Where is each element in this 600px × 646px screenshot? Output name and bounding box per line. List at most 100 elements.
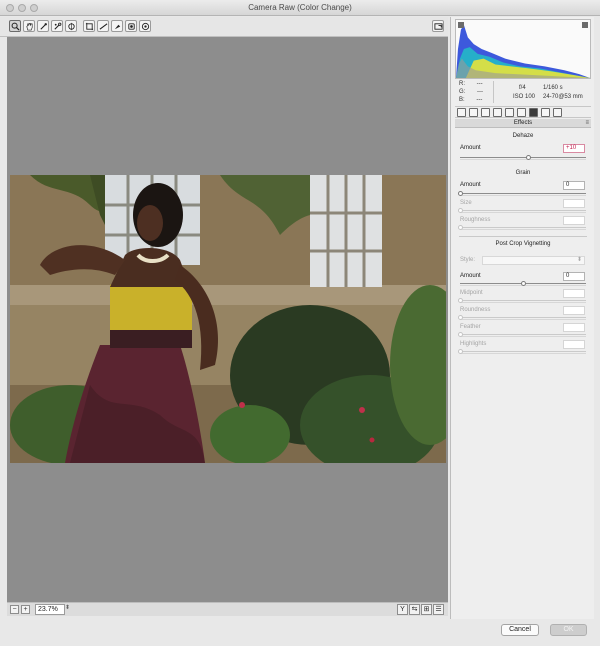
tools-toolbar xyxy=(0,17,448,37)
dehaze-amount-field[interactable]: +10 xyxy=(563,144,585,153)
dehaze-amount-slider[interactable] xyxy=(460,155,586,160)
swap-before-after-button[interactable]: ⇆ xyxy=(409,604,420,615)
vignette-feather-thumb xyxy=(458,332,463,337)
vignette-amount-label: Amount xyxy=(460,273,481,279)
window-title: Camera Raw (Color Change) xyxy=(248,3,352,12)
vignette-feather-label: Feather xyxy=(460,324,481,330)
basic-tab-icon[interactable] xyxy=(457,108,466,117)
adjustments-panel: R: --- G: --- B: --- f/4 1/160 s ISO 100… xyxy=(450,17,594,619)
adjustment-brush-tool-button[interactable] xyxy=(139,20,151,32)
hand-tool-button[interactable] xyxy=(23,20,35,32)
image-preview-area[interactable] xyxy=(7,37,448,602)
vignette-roundness-slider xyxy=(458,315,586,320)
spot-removal-tool-button[interactable] xyxy=(111,20,123,32)
straighten-icon xyxy=(99,22,107,30)
photo-preview[interactable] xyxy=(10,175,446,463)
camera-info: R: --- G: --- B: --- f/4 1/160 s ISO 100… xyxy=(455,81,591,105)
panel-tabs xyxy=(455,106,591,118)
effects-title: Effects xyxy=(513,120,533,126)
zoom-out-button[interactable]: − xyxy=(10,605,19,614)
dehaze-amount-label: Amount xyxy=(460,145,481,151)
color-sampler-tool-button[interactable] xyxy=(51,20,63,32)
vignette-midpoint-label: Midpoint xyxy=(460,290,483,296)
white-balance-icon xyxy=(39,22,47,30)
vignette-highlights-thumb xyxy=(458,349,463,354)
vignette-style-select: ⬍ xyxy=(482,256,585,265)
fullscreen-icon xyxy=(433,22,443,30)
hand-icon xyxy=(25,22,33,30)
preview-statusbar: − + 23.7% ⬍ Y ⇆ ⊞ ☰ xyxy=(7,602,448,616)
targeted-adjustment-tool-button[interactable] xyxy=(65,20,77,32)
dehaze-slider-thumb[interactable] xyxy=(526,155,532,160)
before-after-y-button[interactable]: Y xyxy=(397,604,408,615)
effects-section-header: Effects ≡ xyxy=(455,119,591,128)
zoom-icon xyxy=(11,22,20,31)
copy-settings-button[interactable]: ⊞ xyxy=(421,604,432,615)
info-separator xyxy=(493,81,494,103)
camera-calibration-tab-icon[interactable] xyxy=(541,108,550,117)
zoom-level-field[interactable]: 23.7% xyxy=(35,604,65,615)
ok-button[interactable]: OK xyxy=(550,624,587,636)
hsl-tab-icon[interactable] xyxy=(493,108,502,117)
vignette-midpoint-thumb xyxy=(458,298,463,303)
histogram-graph xyxy=(456,24,590,78)
effects-tab-icon[interactable] xyxy=(529,108,538,117)
vignette-amount-slider[interactable] xyxy=(460,281,586,286)
grain-roughness-label: Roughness xyxy=(460,217,491,223)
aperture-readout: f/4 xyxy=(519,85,526,91)
iso-readout: ISO 100 xyxy=(513,94,536,100)
adjustment-brush-icon xyxy=(141,22,149,30)
detail-tab-icon[interactable] xyxy=(481,108,490,117)
toggle-preview-settings-button[interactable]: ☰ xyxy=(433,604,444,615)
color-sampler-icon xyxy=(53,22,61,30)
zoom-tool-button[interactable] xyxy=(9,20,21,32)
tone-curve-tab-icon[interactable] xyxy=(469,108,478,117)
grain-size-field xyxy=(563,199,585,208)
grain-roughness-field xyxy=(563,216,585,225)
vignette-highlights-field xyxy=(563,340,585,349)
toggle-fullscreen-button[interactable] xyxy=(432,20,444,32)
vignette-roundness-field xyxy=(563,306,585,315)
white-balance-tool-button[interactable] xyxy=(37,20,49,32)
histogram xyxy=(455,19,591,79)
grain-amount-field[interactable]: 0 xyxy=(563,181,585,190)
vignette-feather-field xyxy=(563,323,585,332)
vignette-highlights-label: Highlights xyxy=(460,341,487,347)
spot-removal-icon xyxy=(114,24,120,29)
vignette-amount-field[interactable]: 0 xyxy=(563,272,585,281)
vignette-style-label: Style: xyxy=(460,257,476,263)
zoom-stepper-icon[interactable]: ⬍ xyxy=(65,604,71,615)
highlight-clipping-warning-icon[interactable] xyxy=(582,22,588,28)
vignette-amount-thumb[interactable] xyxy=(521,281,526,286)
vignette-roundness-label: Roundness xyxy=(460,307,491,313)
grain-title: Grain xyxy=(515,170,531,176)
straighten-tool-button[interactable] xyxy=(97,20,109,32)
shadow-clipping-warning-icon[interactable] xyxy=(458,22,464,28)
crop-tool-button[interactable] xyxy=(83,20,95,32)
red-eye-icon xyxy=(127,22,135,30)
grain-size-slider xyxy=(458,208,586,213)
grain-size-label: Size xyxy=(460,200,472,206)
targeted-adjustment-icon xyxy=(67,22,75,30)
lens-corrections-tab-icon[interactable] xyxy=(517,108,526,117)
dehaze-title: Dehaze xyxy=(512,133,534,139)
vignette-midpoint-field xyxy=(563,289,585,298)
vignette-feather-slider xyxy=(458,332,586,337)
vignette-roundness-thumb xyxy=(458,315,463,320)
presets-tab-icon[interactable] xyxy=(553,108,562,117)
shutter-readout: 1/160 s xyxy=(543,85,563,91)
lens-readout: 24-70@53 mm xyxy=(543,94,583,100)
crop-icon xyxy=(85,22,93,30)
grain-amount-slider[interactable] xyxy=(458,191,586,196)
section-divider xyxy=(459,236,587,237)
grain-size-thumb xyxy=(458,208,463,213)
window-titlebar: Camera Raw (Color Change) xyxy=(0,0,600,16)
grain-amount-label: Amount xyxy=(460,182,481,188)
split-toning-tab-icon[interactable] xyxy=(505,108,514,117)
panel-menu-icon[interactable]: ≡ xyxy=(585,119,589,127)
cancel-button[interactable]: Cancel xyxy=(501,624,539,636)
red-eye-tool-button[interactable] xyxy=(125,20,137,32)
grain-amount-thumb[interactable] xyxy=(458,191,463,196)
zoom-in-button[interactable]: + xyxy=(21,605,30,614)
vignette-midpoint-slider xyxy=(458,298,586,303)
